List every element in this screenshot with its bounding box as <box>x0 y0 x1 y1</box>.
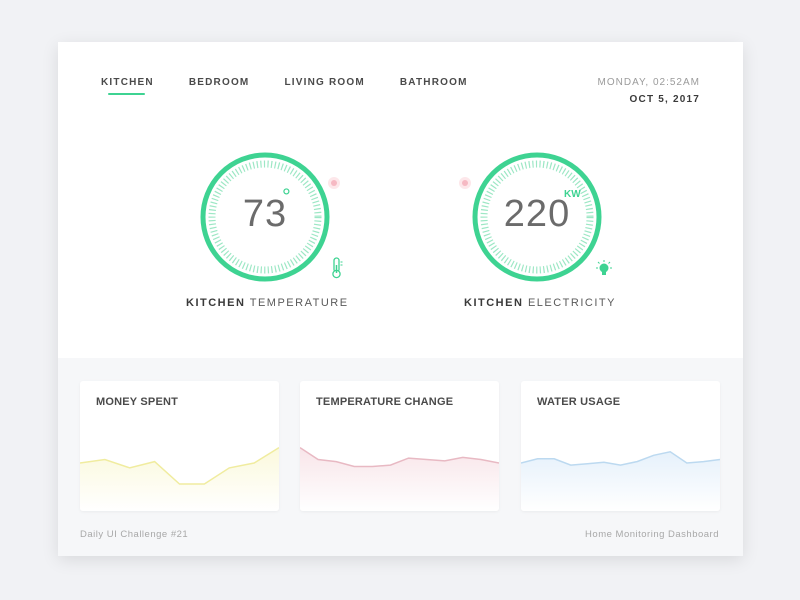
chart-area <box>521 451 720 511</box>
footer-right-text: Home Monitoring Dashboard <box>585 529 719 540</box>
electricity-label-metric: ELECTRICITY <box>523 297 616 309</box>
tab-living-room[interactable]: LIVING ROOM <box>284 77 364 88</box>
money-spent-chart <box>80 446 279 511</box>
degree-symbol: ° <box>282 184 291 209</box>
water-usage-chart <box>521 451 720 511</box>
electricity-value: 220 <box>503 193 571 235</box>
temperature-label-metric: TEMPERATURE <box>245 297 349 309</box>
electricity-gauge: 220 KW <box>470 150 604 284</box>
temperature-change-chart <box>300 446 499 511</box>
alert-dot-icon <box>459 177 471 189</box>
datetime: MONDAY, 02:52AM OCT 5, 2017 <box>598 77 700 105</box>
day-time: MONDAY, 02:52AM <box>597 77 700 88</box>
electricity-label: KITCHEN ELECTRICITY <box>464 297 616 309</box>
top-section: KITCHEN BEDROOM LIVING ROOM BATHROOM MON… <box>58 42 743 358</box>
thermometer-icon <box>330 257 344 284</box>
temperature-change-panel[interactable]: TEMPERATURE CHANGE <box>300 381 499 511</box>
water-usage-panel[interactable]: WATER USAGE <box>521 381 720 511</box>
temperature-label: KITCHEN TEMPERATURE <box>186 297 349 309</box>
tab-bathroom[interactable]: BATHROOM <box>400 77 468 88</box>
footer-left-text: Daily UI Challenge #21 <box>80 529 189 540</box>
alert-dot-icon <box>328 177 340 189</box>
chart-area <box>80 447 279 511</box>
tab-bedroom[interactable]: BEDROOM <box>189 77 250 88</box>
temperature-gauge: 73 ° <box>198 150 332 284</box>
temperature-label-room: KITCHEN <box>186 297 246 309</box>
temperature-value: 73 <box>242 193 288 235</box>
room-tabs: KITCHEN BEDROOM LIVING ROOM BATHROOM <box>101 77 503 95</box>
chart-area <box>300 447 499 511</box>
tab-kitchen[interactable]: KITCHEN <box>101 77 154 95</box>
date: OCT 5, 2017 <box>629 94 700 105</box>
kw-unit: KW <box>564 189 581 200</box>
electricity-label-room: KITCHEN <box>464 297 524 309</box>
money-spent-panel[interactable]: MONEY SPENT <box>80 381 279 511</box>
lightbulb-icon <box>594 259 614 284</box>
